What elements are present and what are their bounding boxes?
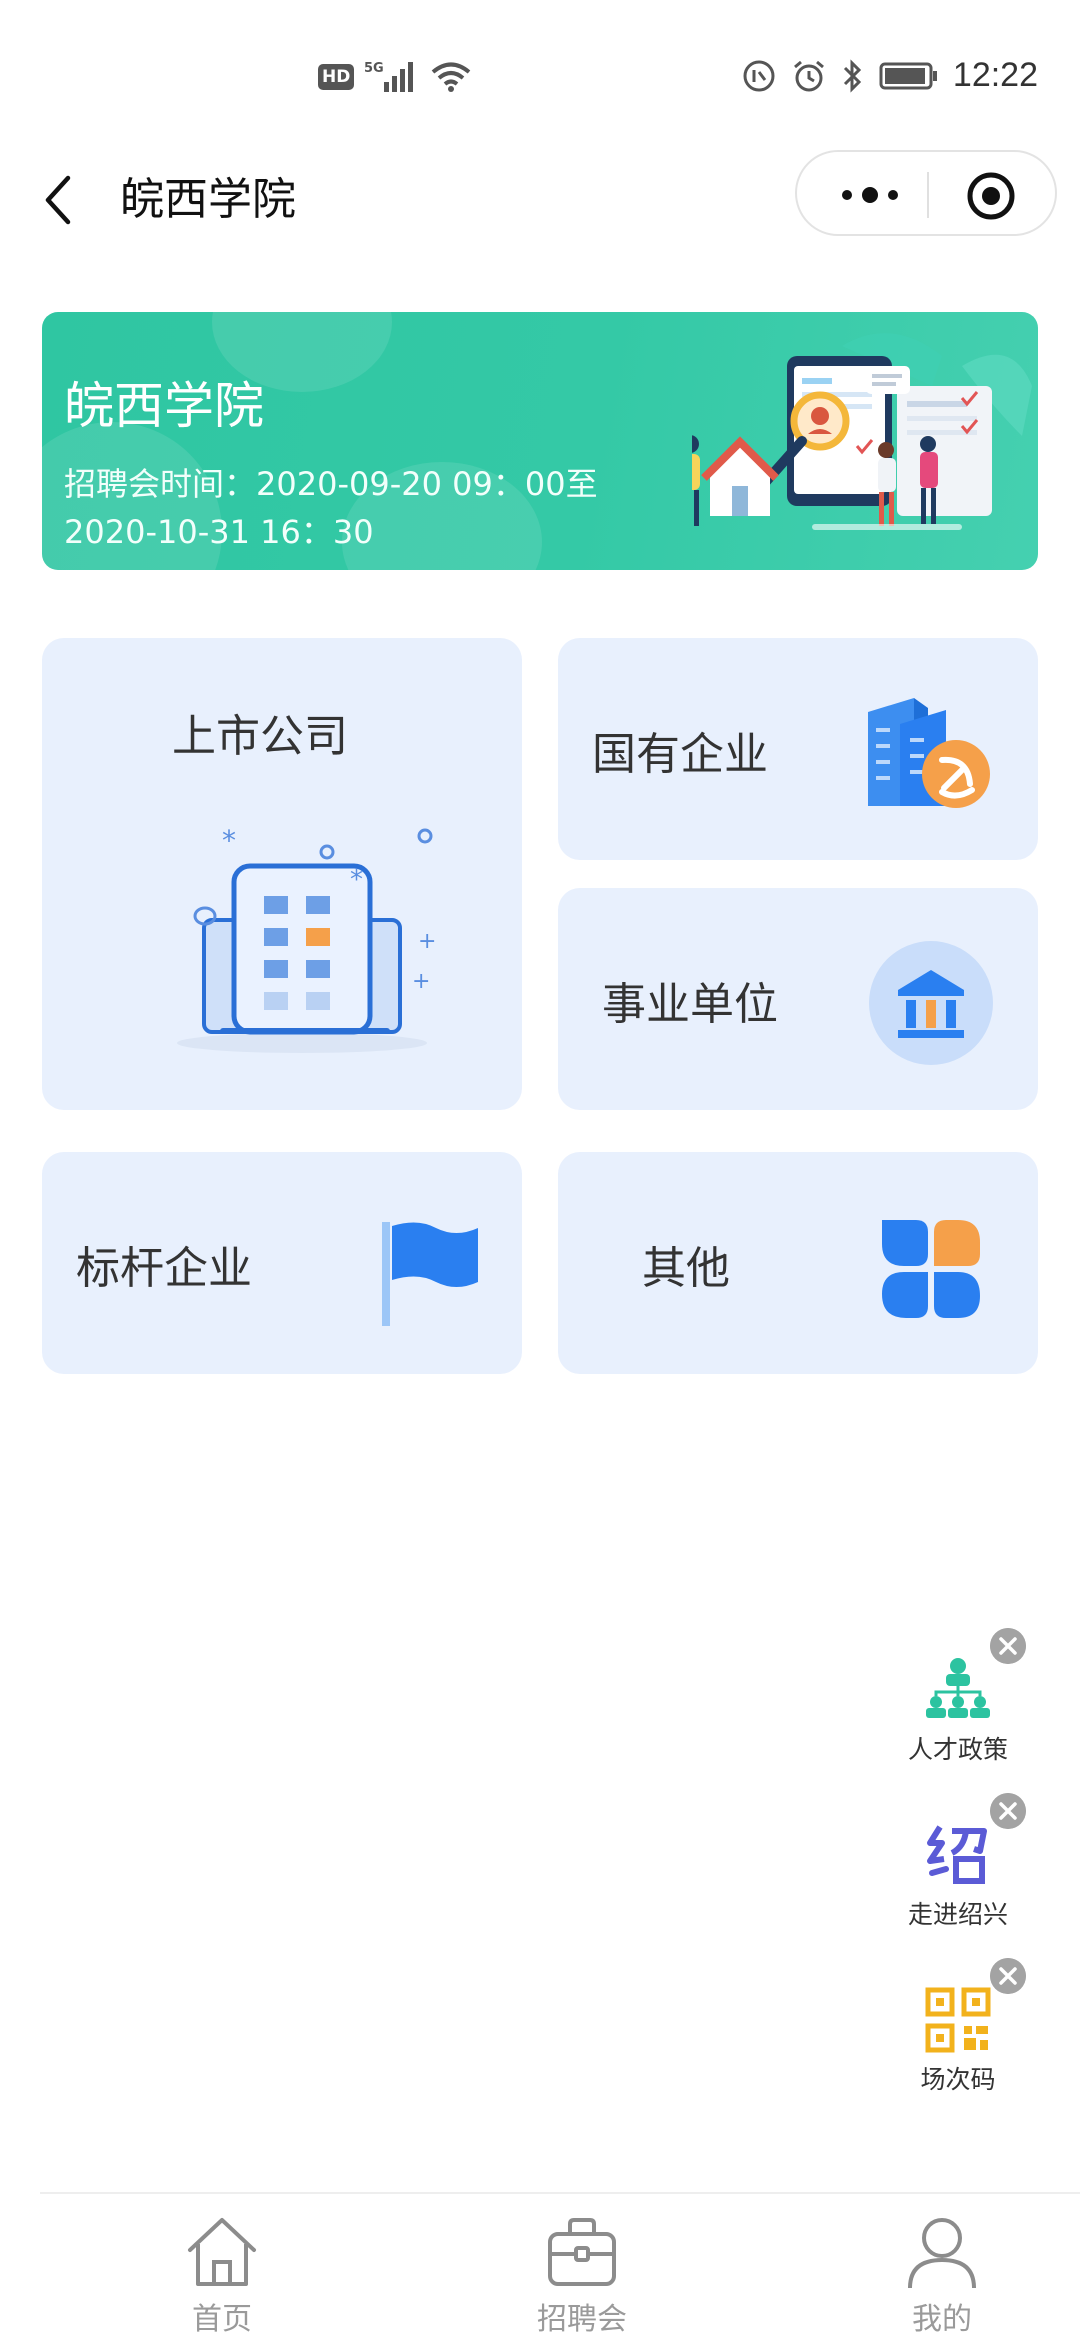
back-arrow-icon[interactable]: [38, 170, 78, 230]
capsule-divider: [927, 172, 929, 218]
home-icon: [188, 2218, 256, 2286]
wifi-icon: [432, 62, 471, 92]
bottom-tab-bar: 首页 招聘会 我的: [40, 2192, 1080, 2340]
page-title: 皖西学院: [120, 174, 296, 225]
category-label: 上市公司: [172, 711, 348, 762]
category-label: 事业单位: [602, 979, 778, 1030]
category-card-other[interactable]: 其他: [558, 1152, 1038, 1374]
status-bar-right: 12:22: [741, 56, 1038, 95]
flag-icon: [382, 1222, 478, 1326]
close-miniprogram-icon[interactable]: [965, 170, 1017, 222]
svg-text:*: *: [222, 828, 236, 857]
svg-text:+: +: [412, 969, 430, 994]
talent-policy-label: 人才政策: [907, 1735, 1008, 1764]
close-icon[interactable]: [990, 1628, 1026, 1664]
user-icon: [908, 2218, 976, 2289]
hd-badge: HD: [318, 64, 355, 90]
status-time: 12:22: [952, 56, 1038, 94]
nav-bar: 皖西学院: [0, 150, 1080, 250]
org-chart-icon: [926, 1658, 990, 1718]
bluetooth-icon: [843, 58, 862, 93]
close-icon[interactable]: [990, 1958, 1026, 1994]
recruitment-illustration-icon: [692, 333, 1032, 530]
state-enterprise-building-icon: [868, 698, 990, 808]
qr-code-icon: [925, 1987, 991, 2053]
explore-shaoxing-label: 走进绍兴: [907, 1900, 1008, 1929]
cellular-signal-icon: 5G: [364, 61, 414, 92]
venue-code-label: 场次码: [920, 2065, 996, 2094]
more-dots-icon[interactable]: [835, 180, 905, 210]
category-label: 其他: [642, 1243, 730, 1294]
tab-job-fair[interactable]: 招聘会: [512, 2212, 652, 2337]
alarm-icon: [793, 60, 824, 91]
briefcase-icon: [548, 2218, 616, 2286]
tab-label: 我的: [912, 2302, 972, 2337]
job-fair-banner[interactable]: 皖西学院 招聘会时间：2020-09-20 09：00至2020-10-31 1…: [42, 312, 1038, 570]
network-type-label: 5G: [364, 61, 384, 76]
category-card-listed-company[interactable]: 上市公司 * * + +: [42, 638, 522, 1110]
category-card-public-institution[interactable]: 事业单位: [558, 888, 1038, 1110]
office-building-icon: * * + +: [177, 828, 436, 1053]
tab-label: 招聘会: [537, 2302, 627, 2337]
category-card-benchmark[interactable]: 标杆企业: [42, 1152, 522, 1374]
status-bar: HD 5G 12:22: [0, 0, 1080, 150]
venue-code-button[interactable]: 场次码: [890, 1958, 1026, 2120]
data-saver-icon: [743, 60, 775, 91]
close-icon[interactable]: [990, 1793, 1026, 1829]
shao-character-icon: [927, 1825, 987, 1884]
explore-shaoxing-button[interactable]: 走进绍兴: [890, 1793, 1026, 1955]
category-card-state-owned[interactable]: 国有企业: [558, 638, 1038, 860]
miniprogram-capsule: [795, 150, 1057, 236]
apps-grid-icon: [882, 1220, 980, 1318]
battery-icon: [879, 62, 937, 89]
status-bar-left: HD 5G: [318, 60, 472, 94]
banner-time: 招聘会时间：2020-09-20 09：00至2020-10-31 16：30: [64, 465, 598, 551]
tab-home[interactable]: 首页: [152, 2212, 292, 2337]
category-label: 标杆企业: [76, 1243, 252, 1294]
tab-mine[interactable]: 我的: [872, 2212, 1012, 2337]
category-label: 国有企业: [592, 729, 768, 780]
svg-text:*: *: [350, 865, 363, 895]
svg-text:+: +: [418, 929, 436, 954]
banner-title: 皖西学院: [64, 377, 264, 435]
tab-label: 首页: [192, 2302, 252, 2337]
institution-building-icon: [869, 941, 993, 1065]
talent-policy-button[interactable]: 人才政策: [890, 1628, 1026, 1790]
